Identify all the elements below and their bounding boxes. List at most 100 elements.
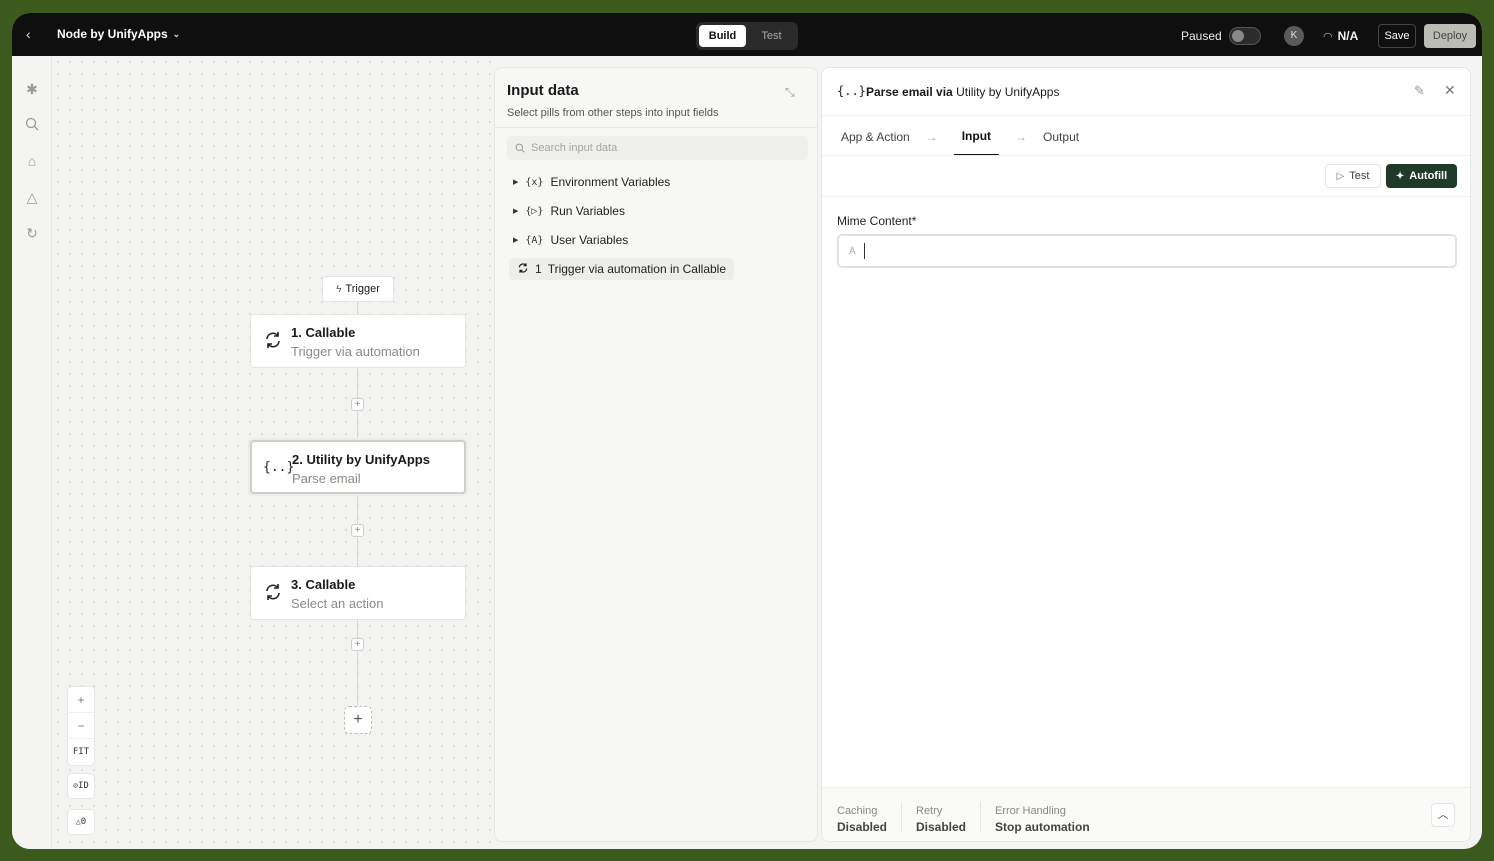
- fit-button[interactable]: FIT: [68, 739, 94, 765]
- tab-input[interactable]: Input: [953, 129, 1000, 156]
- setting-label: Retry: [916, 805, 943, 817]
- divider: [495, 127, 817, 128]
- search-input[interactable]: [531, 142, 791, 154]
- avatar[interactable]: K: [1284, 26, 1304, 46]
- tree-item-label: User Variables: [550, 233, 629, 247]
- setting-value: Disabled: [916, 820, 967, 834]
- add-step-button[interactable]: +: [351, 398, 364, 411]
- save-button[interactable]: Save: [1378, 24, 1416, 48]
- chevron-up-icon[interactable]: ︿: [1431, 803, 1455, 827]
- mode-switch: Build Test: [696, 22, 798, 50]
- toggle-id-button[interactable]: ⊘ID: [67, 773, 95, 799]
- tree-item-user-variables[interactable]: ▶ {A} User Variables: [513, 233, 628, 247]
- mime-content-input[interactable]: A: [837, 234, 1457, 268]
- caching-setting[interactable]: Caching Disabled: [837, 805, 887, 834]
- node-subtitle: Trigger via automation: [291, 344, 420, 359]
- tab-test[interactable]: Test: [748, 25, 795, 47]
- add-final-step-button[interactable]: +: [344, 706, 372, 734]
- node-subtitle: Parse email: [292, 471, 361, 486]
- add-step-button[interactable]: +: [351, 524, 364, 537]
- collapse-icon[interactable]: ⤡: [785, 85, 795, 100]
- add-step-button[interactable]: +: [351, 638, 364, 651]
- warnings-button[interactable]: △0: [67, 809, 95, 835]
- warning-icon[interactable]: △: [24, 189, 40, 205]
- divider: [822, 115, 1470, 116]
- node-subtitle: Select an action: [291, 596, 384, 611]
- text-type-icon: A: [849, 245, 856, 257]
- connector-line: [357, 302, 358, 314]
- history-icon[interactable]: ↻: [24, 225, 40, 241]
- autofill-label: Autofill: [1409, 170, 1448, 182]
- mime-content-label: Mime Content*: [837, 214, 917, 228]
- search-icon[interactable]: [24, 117, 40, 133]
- flow-node-1[interactable]: 1. Callable Trigger via automation: [250, 314, 466, 368]
- status-text: N/A: [1337, 29, 1359, 43]
- deploy-button[interactable]: Deploy: [1424, 24, 1476, 48]
- tree-item-label: Environment Variables: [550, 175, 671, 189]
- lightning-icon: ϟ: [336, 283, 342, 295]
- toggle-knob: [1232, 30, 1244, 42]
- left-rail: ✱ ⌂ △ ↻: [12, 56, 52, 849]
- paused-toggle[interactable]: [1229, 27, 1261, 45]
- tab-app-action[interactable]: App & Action: [841, 130, 910, 155]
- paused-label: Paused: [1181, 29, 1222, 43]
- arrow-right-icon: →: [925, 130, 938, 144]
- flow-canvas[interactable]: ϟ Trigger 1. Callable Trigger via automa…: [52, 56, 493, 849]
- status-indicator[interactable]: ◠ N/A: [1323, 29, 1358, 43]
- magic-wand-icon: ✦: [1395, 170, 1405, 182]
- sync-icon: [262, 330, 284, 352]
- trigger-label: Trigger: [345, 283, 380, 295]
- setting-value: Disabled: [837, 820, 888, 834]
- variable-icon: {x}: [525, 176, 544, 188]
- zoom-controls: + − FIT: [67, 686, 95, 766]
- graduation-cap-icon[interactable]: ⌂: [24, 153, 40, 169]
- divider: [822, 155, 1470, 156]
- tab-build[interactable]: Build: [699, 25, 746, 47]
- caret-right-icon: ▶: [513, 237, 519, 244]
- panel-subtitle: Select pills from other steps into input…: [507, 107, 719, 119]
- step-config-title: Parse email via Utility by UnifyApps: [866, 85, 1059, 99]
- retry-setting[interactable]: Retry Disabled: [916, 805, 966, 834]
- flow-node-2[interactable]: {..} 2. Utility by UnifyApps Parse email: [250, 440, 466, 494]
- input-data-panel: Input data Select pills from other steps…: [494, 67, 818, 842]
- search-icon: [515, 143, 525, 153]
- divider: [822, 196, 1470, 197]
- id-label: ID: [77, 781, 89, 791]
- tree-item-label: Run Variables: [550, 204, 625, 218]
- back-icon[interactable]: ‹: [26, 26, 42, 42]
- edit-icon[interactable]: ✎: [1414, 83, 1425, 99]
- caret-right-icon: ▶: [513, 179, 519, 186]
- tab-output[interactable]: Output: [1043, 130, 1079, 155]
- test-button[interactable]: ▷ Test: [1325, 164, 1381, 188]
- connector-line: [357, 620, 358, 706]
- user-variable-icon: {A}: [525, 234, 544, 246]
- autofill-button[interactable]: ✦ Autofill: [1386, 164, 1457, 188]
- step-settings-footer: Caching Disabled Retry Disabled Error Ha…: [822, 787, 1470, 841]
- step-pill-label: Trigger via automation in Callable: [547, 262, 726, 276]
- tree-item-environment-variables[interactable]: ▶ {x} Environment Variables: [513, 175, 670, 189]
- setting-label: Caching: [837, 805, 878, 817]
- star-badge-icon[interactable]: ✱: [24, 81, 40, 97]
- zoom-in-button[interactable]: +: [68, 687, 94, 713]
- play-icon: ▷: [1336, 170, 1345, 182]
- zoom-out-button[interactable]: −: [68, 713, 94, 739]
- top-bar: ‹ Node by UnifyApps ⌄ Build Test Paused …: [12, 13, 1482, 56]
- step-pill-trigger[interactable]: 1 Trigger via automation in Callable: [509, 258, 734, 280]
- sync-icon: [517, 262, 529, 277]
- gauge-icon: ◠: [1323, 30, 1333, 43]
- chevron-down-icon: ⌄: [172, 28, 181, 39]
- panel-title: Input data: [507, 82, 579, 99]
- config-tabs: App & Action → Input → Output: [841, 129, 1079, 156]
- node-title: 1. Callable: [291, 325, 356, 340]
- workflow-title-dropdown[interactable]: Node by UnifyApps ⌄: [57, 27, 180, 41]
- close-icon[interactable]: ✕: [1444, 82, 1456, 99]
- setting-label: Error Handling: [995, 805, 1066, 817]
- flow-node-3[interactable]: 3. Callable Select an action: [250, 566, 466, 620]
- node-title: 3. Callable: [291, 577, 356, 592]
- test-label: Test: [1349, 170, 1370, 182]
- title-app: Utility by UnifyApps: [956, 85, 1060, 99]
- trigger-button[interactable]: ϟ Trigger: [322, 276, 394, 302]
- error-handling-setting[interactable]: Error Handling Stop automation: [995, 805, 1090, 834]
- tree-item-run-variables[interactable]: ▶ {▷} Run Variables: [513, 204, 625, 218]
- arrow-right-icon: →: [1015, 130, 1028, 144]
